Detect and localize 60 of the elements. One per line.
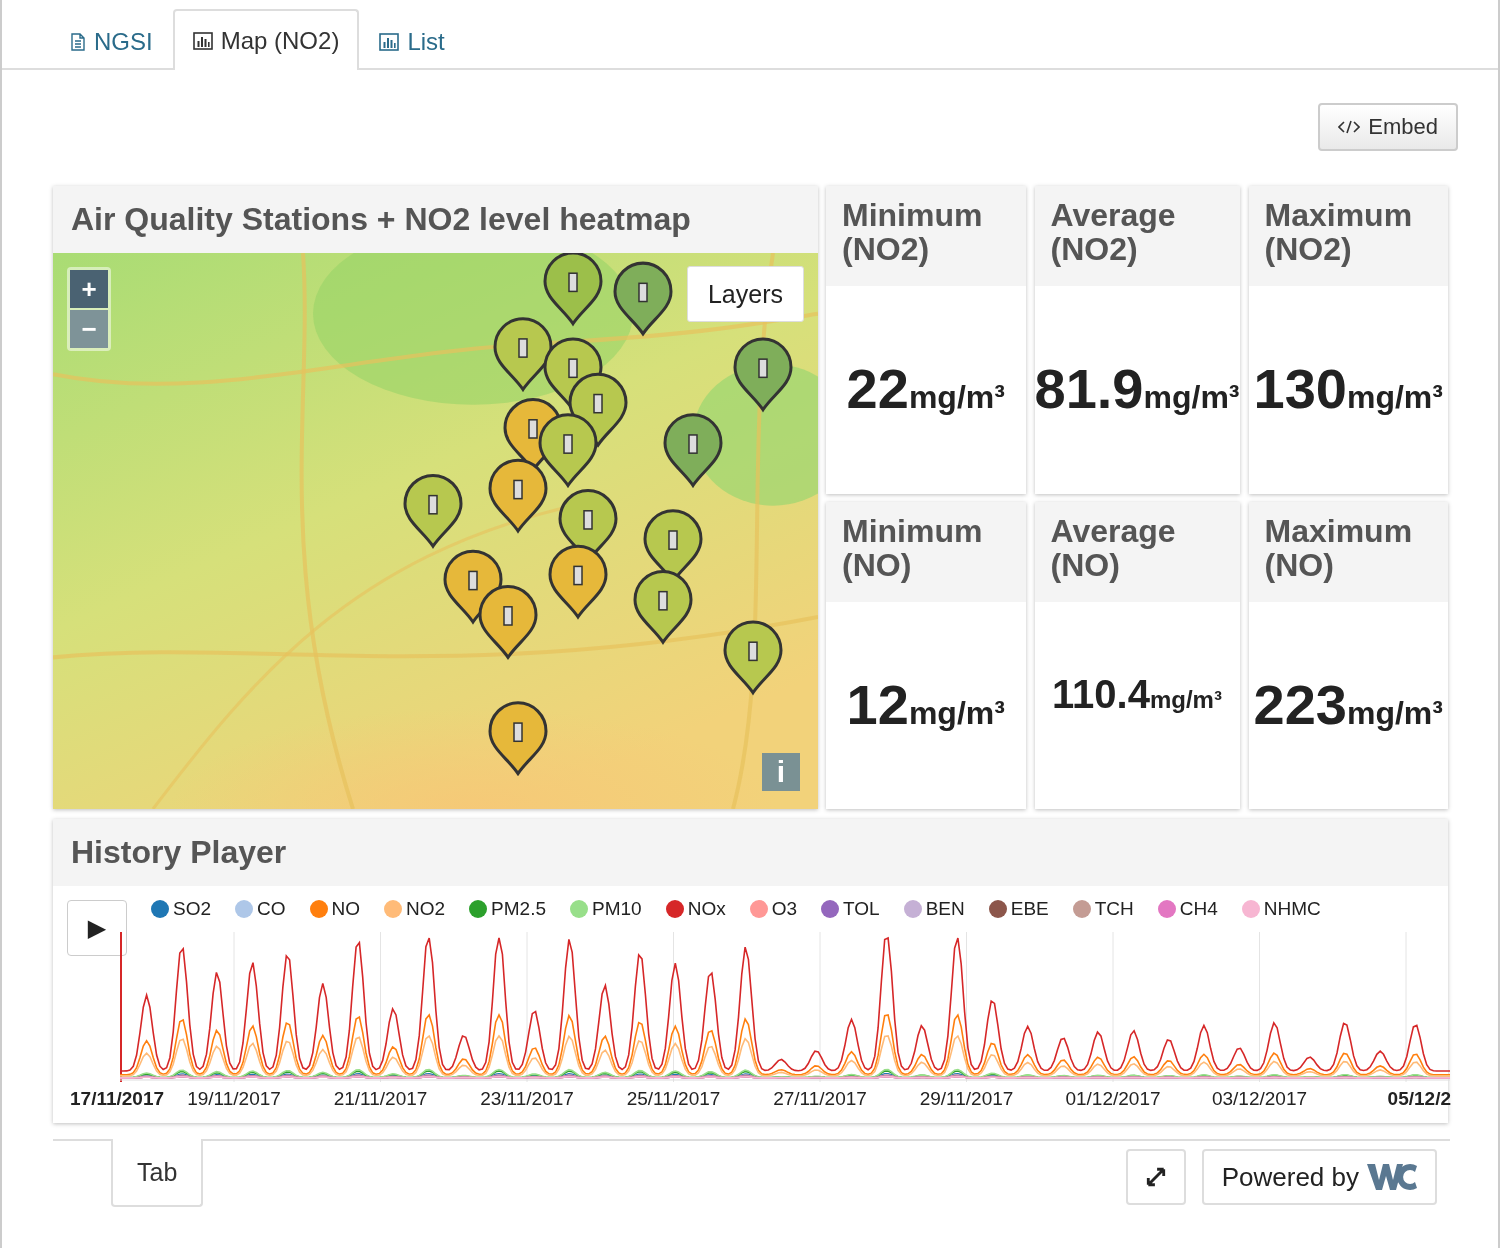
legend-label: O3 bbox=[771, 898, 798, 920]
legend-label: EBE bbox=[1010, 898, 1049, 920]
axis-label: 05/12/2 bbox=[1387, 1088, 1451, 1110]
axis-label: 01/12/2017 bbox=[1065, 1088, 1161, 1110]
legend-label: SO2 bbox=[173, 898, 212, 920]
stat-value: 81.9 bbox=[1034, 356, 1144, 421]
axis-label: 29/11/2017 bbox=[919, 1088, 1014, 1110]
legend-label: PM10 bbox=[592, 898, 642, 920]
stat-title: Minimum (NO) bbox=[842, 513, 984, 582]
stat-unit: mg/m³ bbox=[908, 694, 1005, 732]
stat-title: Average (NO2) bbox=[1050, 198, 1177, 266]
stat-value: 223 bbox=[1253, 671, 1347, 737]
axis-label: 21/11/2017 bbox=[333, 1088, 428, 1110]
legend-label: CO bbox=[257, 898, 286, 920]
stat-title: Maximum (NO) bbox=[1264, 513, 1414, 582]
tab[interactable]: List bbox=[359, 11, 465, 70]
legend-label: NHMC bbox=[1263, 898, 1321, 920]
bar-chart-icon bbox=[379, 32, 400, 51]
stat-value: 110.4 bbox=[1052, 671, 1150, 717]
legend-label: CH4 bbox=[1179, 898, 1218, 920]
embed-button[interactable]: Embed bbox=[1318, 103, 1458, 151]
logo-icon bbox=[1367, 1162, 1417, 1192]
zoom-in-button[interactable]: + bbox=[70, 270, 108, 308]
stat-title: Minimum (NO2) bbox=[842, 198, 984, 266]
play-button[interactable]: ▶ bbox=[67, 900, 127, 956]
bar-chart-icon bbox=[192, 31, 213, 50]
axis-label: 19/11/2017 bbox=[187, 1088, 281, 1110]
expand-icon bbox=[1144, 1166, 1167, 1188]
stat-unit: mg/m³ bbox=[1346, 694, 1443, 732]
stat-unit: mg/m³ bbox=[908, 379, 1005, 416]
legend-label: NO2 bbox=[406, 898, 446, 920]
stat-title: Maximum (NO2) bbox=[1264, 198, 1414, 266]
tab[interactable]: Tab bbox=[111, 1139, 204, 1207]
axis-label: 17/11/2017 bbox=[70, 1088, 165, 1110]
tab[interactable]: NGSI bbox=[50, 11, 173, 70]
axis-label: 25/11/2017 bbox=[626, 1088, 721, 1110]
stat-unit: mg/m³ bbox=[1143, 379, 1240, 416]
axis-label: 23/11/2017 bbox=[480, 1088, 574, 1110]
code-icon bbox=[1338, 120, 1361, 134]
panel-title: History Player bbox=[71, 834, 287, 871]
stat-unit: mg/m³ bbox=[1149, 685, 1222, 714]
legend-label: TOL bbox=[843, 898, 880, 920]
document-icon bbox=[70, 32, 86, 51]
stat-unit: mg/m³ bbox=[1346, 379, 1443, 416]
stat-value: 130 bbox=[1253, 356, 1347, 421]
axis-label: 27/11/2017 bbox=[773, 1088, 867, 1110]
powered-by-button[interactable]: Powered by bbox=[1201, 1149, 1437, 1205]
stat-value: 22 bbox=[846, 356, 909, 421]
panel-title: Air Quality Stations + NO2 level heatmap bbox=[71, 201, 691, 238]
legend-label: NOx bbox=[687, 898, 726, 920]
layers-button[interactable]: Layers bbox=[686, 266, 804, 322]
legend-label: PM2.5 bbox=[491, 898, 547, 920]
stat-title: Average (NO) bbox=[1050, 513, 1177, 582]
stat-value: 12 bbox=[846, 671, 909, 737]
tab[interactable]: Map (NO2) bbox=[172, 9, 360, 70]
legend-label: BEN bbox=[925, 898, 965, 920]
legend-label: TCH bbox=[1094, 898, 1134, 920]
legend-label: NO bbox=[331, 898, 361, 920]
fullscreen-button[interactable] bbox=[1125, 1149, 1186, 1205]
axis-label: 03/12/2017 bbox=[1211, 1088, 1308, 1110]
